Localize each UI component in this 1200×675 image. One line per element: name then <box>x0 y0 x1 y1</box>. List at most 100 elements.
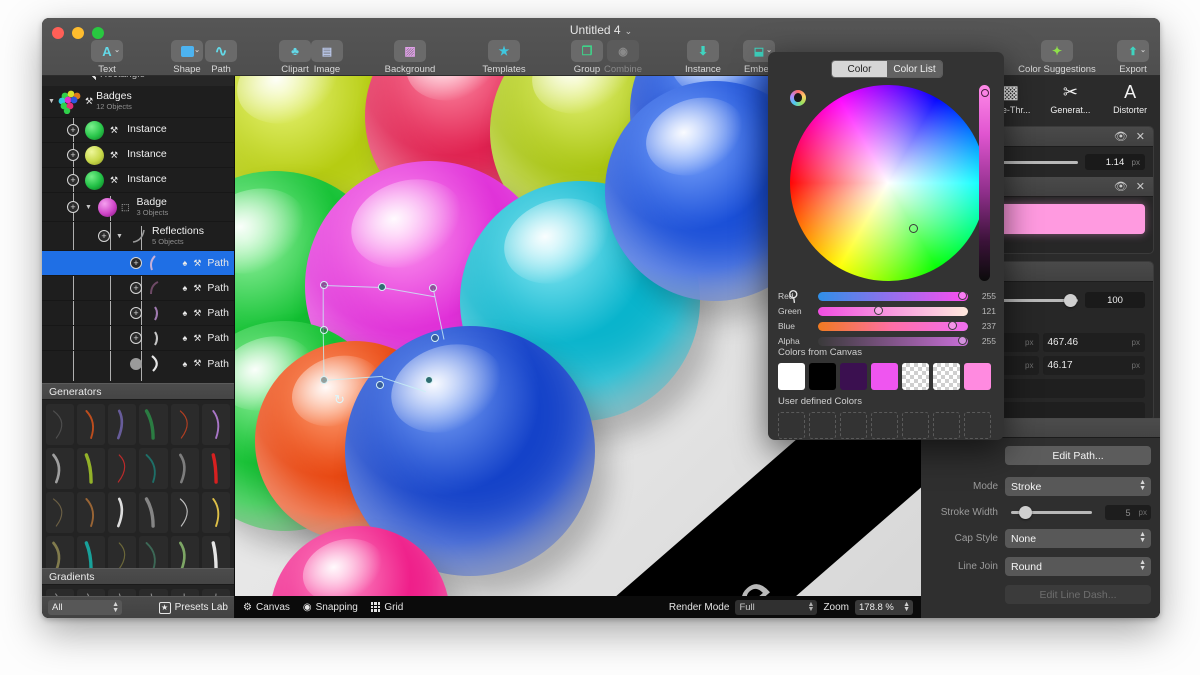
toolbar-button-path[interactable]: ∿ Path <box>194 40 248 75</box>
channel-slider[interactable] <box>818 336 968 346</box>
layer-row-path-selected[interactable]: + ♠ ⚒ Path <box>42 251 234 276</box>
color-channel-green[interactable]: Green 121 <box>778 305 996 317</box>
apple-color-picker-icon[interactable] <box>790 90 806 106</box>
generator-swatch[interactable] <box>46 448 75 489</box>
link-node-icon[interactable]: + <box>130 257 142 269</box>
generator-swatch[interactable] <box>108 448 137 489</box>
generators-grid[interactable] <box>42 400 234 581</box>
link-node-icon[interactable]: + <box>98 230 110 242</box>
slider-knob[interactable] <box>1064 293 1077 307</box>
generator-swatch[interactable] <box>139 404 168 445</box>
color-wheel-selector[interactable] <box>909 224 918 233</box>
toolbar-button-image[interactable]: ▤ Image <box>300 40 354 75</box>
link-node-icon[interactable]: + <box>130 332 142 344</box>
path-anchor-node[interactable] <box>320 281 328 289</box>
link-node-icon[interactable]: + <box>130 282 142 294</box>
link-node-icon[interactable]: + <box>67 149 79 161</box>
generator-swatch[interactable] <box>46 492 75 533</box>
zoom-stepper[interactable]: 178.8 % ▲ ▼ <box>855 599 913 615</box>
presets-lab-button[interactable]: ★ Presets Lab <box>158 601 228 614</box>
brightness-slider-knob[interactable] <box>980 89 989 97</box>
channel-slider[interactable] <box>818 321 968 331</box>
generator-swatch[interactable] <box>170 448 199 489</box>
user-color-swatch[interactable] <box>871 412 898 439</box>
cap-style-select[interactable]: None ▲ ▼ <box>1005 529 1151 548</box>
toolbar-button-text[interactable]: A ⌄ Text <box>80 40 134 75</box>
path-anchor-node[interactable] <box>320 376 328 384</box>
path-anchor-node[interactable] <box>425 376 433 384</box>
mode-select[interactable]: Stroke ▲ ▼ <box>1005 477 1151 496</box>
eye-icon[interactable]: 👁 <box>1114 130 1128 143</box>
path-stroke-width-field[interactable]: 5 px <box>1105 505 1151 520</box>
link-node-icon[interactable]: + <box>67 174 79 186</box>
generator-swatch[interactable] <box>201 448 230 489</box>
close-icon[interactable]: ✕ <box>1136 180 1145 193</box>
generator-swatch[interactable] <box>108 492 137 533</box>
tab-color-list[interactable]: Color List <box>887 61 942 77</box>
user-color-swatch[interactable] <box>840 412 867 439</box>
tab-color[interactable]: Color <box>832 61 887 77</box>
path-anchor-node[interactable] <box>431 334 439 342</box>
opacity-field[interactable]: 100 <box>1085 292 1145 308</box>
canvas-color-swatch[interactable] <box>871 363 898 390</box>
link-node-icon[interactable]: + <box>67 124 79 136</box>
layer-row-reflections[interactable]: + ▼ Reflections 5 Objects <box>42 222 234 251</box>
layer-row-path-5[interactable]: ♠ ⚒ Path <box>42 351 234 376</box>
tab-distorter[interactable]: A Distorter <box>1100 76 1160 126</box>
canvas-color-swatch[interactable] <box>902 363 929 390</box>
generator-swatch[interactable] <box>139 448 168 489</box>
canvas-color-swatch[interactable] <box>840 363 867 390</box>
line-join-select[interactable]: Round ▲ ▼ <box>1005 557 1151 576</box>
generator-swatch[interactable] <box>77 404 106 445</box>
layer-row-path-3[interactable]: + ♠ ⚒ Path <box>42 301 234 326</box>
close-icon[interactable]: ✕ <box>1136 130 1145 143</box>
toolbar-button-export[interactable]: ⬆ ⌄ Export <box>1106 40 1160 75</box>
user-color-swatch[interactable] <box>778 412 805 439</box>
toolbar-button-combine[interactable]: ◉ Combine <box>596 40 650 75</box>
user-color-swatch[interactable] <box>933 412 960 439</box>
render-mode-select[interactable]: Full ▲ ▼ <box>735 599 818 615</box>
user-defined-swatches[interactable] <box>778 412 991 439</box>
layer-row-path-4[interactable]: + ♠ ⚒ Path <box>42 326 234 351</box>
eye-icon[interactable]: 👁 <box>1114 180 1128 193</box>
slider-knob[interactable] <box>1019 506 1032 519</box>
channel-knob[interactable] <box>874 306 883 315</box>
canvas-color-swatch[interactable] <box>964 363 991 390</box>
library-filter-select[interactable]: All ▲ ▼ <box>48 600 122 615</box>
channel-knob[interactable] <box>958 291 967 300</box>
generator-swatch[interactable] <box>201 404 230 445</box>
layer-row-instance-2[interactable]: + ⚒ Instance <box>42 143 234 168</box>
user-color-swatch[interactable] <box>964 412 991 439</box>
toolbar-button-templates[interactable]: ★ Templates <box>466 40 542 75</box>
path-anchor-node[interactable] <box>376 381 384 389</box>
toolbar-button-background[interactable]: ▨ Background <box>372 40 448 75</box>
toolbar-button-instance[interactable]: ⬇ Instance <box>665 40 741 75</box>
geometry-y-field[interactable]: 467.46 px <box>1042 333 1145 352</box>
color-picker-tabs[interactable]: Color Color List <box>831 60 943 78</box>
chevron-down-icon[interactable]: ⌄ <box>625 26 633 36</box>
channel-knob[interactable] <box>958 336 967 345</box>
colors-from-canvas-swatches[interactable] <box>778 363 991 390</box>
user-color-swatch[interactable] <box>902 412 929 439</box>
canvas-color-swatch[interactable] <box>933 363 960 390</box>
generator-swatch[interactable] <box>108 404 137 445</box>
color-channel-alpha[interactable]: Alpha 255 <box>778 335 996 347</box>
layer-row-instance-1[interactable]: + ⚒ Instance <box>42 118 234 143</box>
chevron-updown-icon[interactable]: ▲ ▼ <box>903 601 910 614</box>
generator-swatch[interactable] <box>170 404 199 445</box>
rotate-handle-icon[interactable]: ↻ <box>334 392 345 408</box>
path-anchor-node[interactable] <box>320 326 328 334</box>
layer-row-instance-3[interactable]: + ⚒ Instance <box>42 168 234 193</box>
stroke-width-field[interactable]: 1.14 px <box>1085 154 1145 170</box>
link-node-icon[interactable]: + <box>67 201 79 213</box>
layer-row-path-2[interactable]: + ♠ ⚒ Path <box>42 276 234 301</box>
toolbar-button-color-suggestions[interactable]: ✦ Color Suggestions <box>997 40 1117 75</box>
generator-swatch[interactable] <box>77 448 106 489</box>
canvas-color-swatch[interactable] <box>809 363 836 390</box>
link-node-icon[interactable]: + <box>130 307 142 319</box>
disclosure-triangle-icon[interactable]: ▼ <box>114 233 125 240</box>
path-anchor-node[interactable] <box>378 283 386 291</box>
status-grid-button[interactable]: Grid <box>370 602 403 613</box>
generator-swatch[interactable] <box>46 404 75 445</box>
generator-swatch[interactable] <box>139 492 168 533</box>
